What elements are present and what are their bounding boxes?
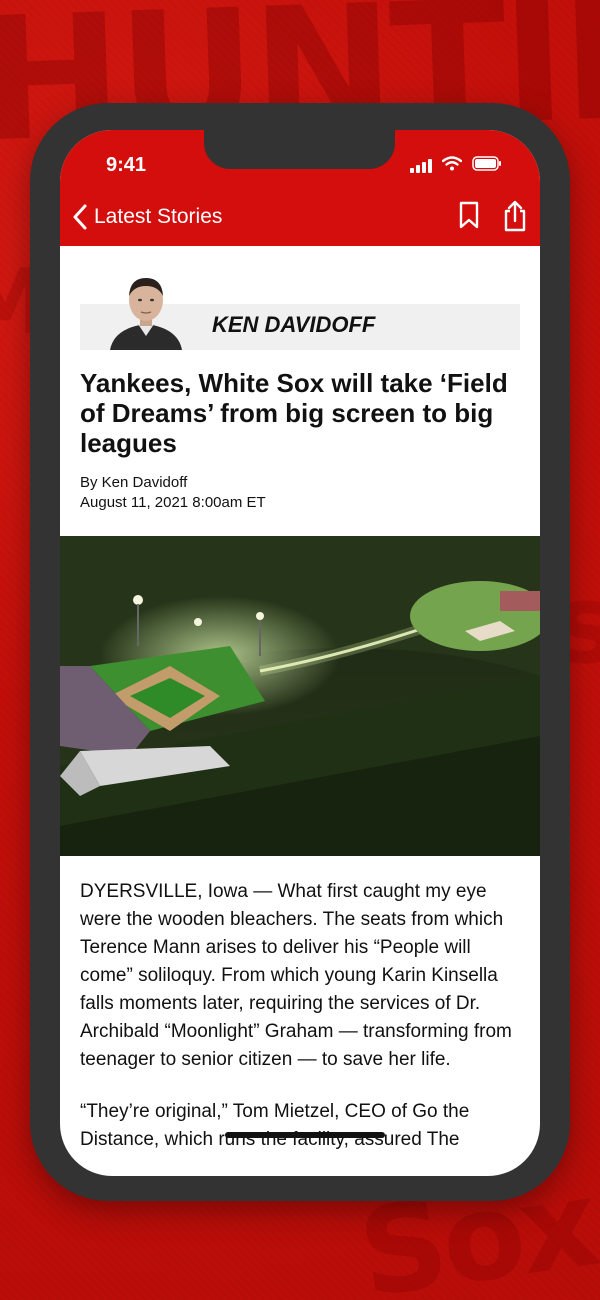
battery-icon	[472, 156, 502, 176]
author-avatar	[100, 272, 192, 350]
article-paragraph: “They’re original,” Tom Mietzel, CEO of …	[80, 1101, 470, 1150]
hero-image	[60, 536, 540, 856]
back-chevron-icon	[73, 204, 87, 230]
status-icons	[410, 156, 502, 176]
status-time: 9:41	[106, 154, 147, 176]
bookmark-icon[interactable]	[458, 200, 480, 237]
share-icon[interactable]	[502, 200, 528, 237]
article-headline: Yankees, White Sox will take ‘Field of D…	[80, 368, 508, 458]
nav-actions	[458, 200, 528, 237]
back-label: Latest Stories	[94, 205, 223, 228]
home-indicator[interactable]	[225, 1132, 385, 1138]
app-header: 9:41 Latest Stories	[60, 130, 540, 246]
author-banner[interactable]: KEN DAVIDOFF	[80, 272, 520, 350]
article-paragraph: DYERSVILLE, Iowa — What first caught my …	[80, 881, 512, 1070]
author-name: KEN DAVIDOFF	[212, 312, 376, 337]
article-byline[interactable]: By Ken Davidoff	[80, 474, 187, 491]
back-button[interactable]: Latest Stories	[72, 204, 222, 230]
phone-notch	[204, 130, 395, 169]
wifi-icon	[441, 156, 463, 176]
signal-icon	[410, 159, 432, 173]
phone-screen: 9:41 Latest Stories KEN DAVIDOFF Yankees…	[60, 130, 540, 1176]
article-date: August 11, 2021 8:00am ET	[80, 494, 266, 511]
phone-frame: 9:41 Latest Stories KEN DAVIDOFF Yankees…	[30, 103, 570, 1201]
article-content: KEN DAVIDOFF Yankees, White Sox will tak…	[60, 246, 540, 1176]
nav-bar: Latest Stories	[72, 200, 528, 240]
